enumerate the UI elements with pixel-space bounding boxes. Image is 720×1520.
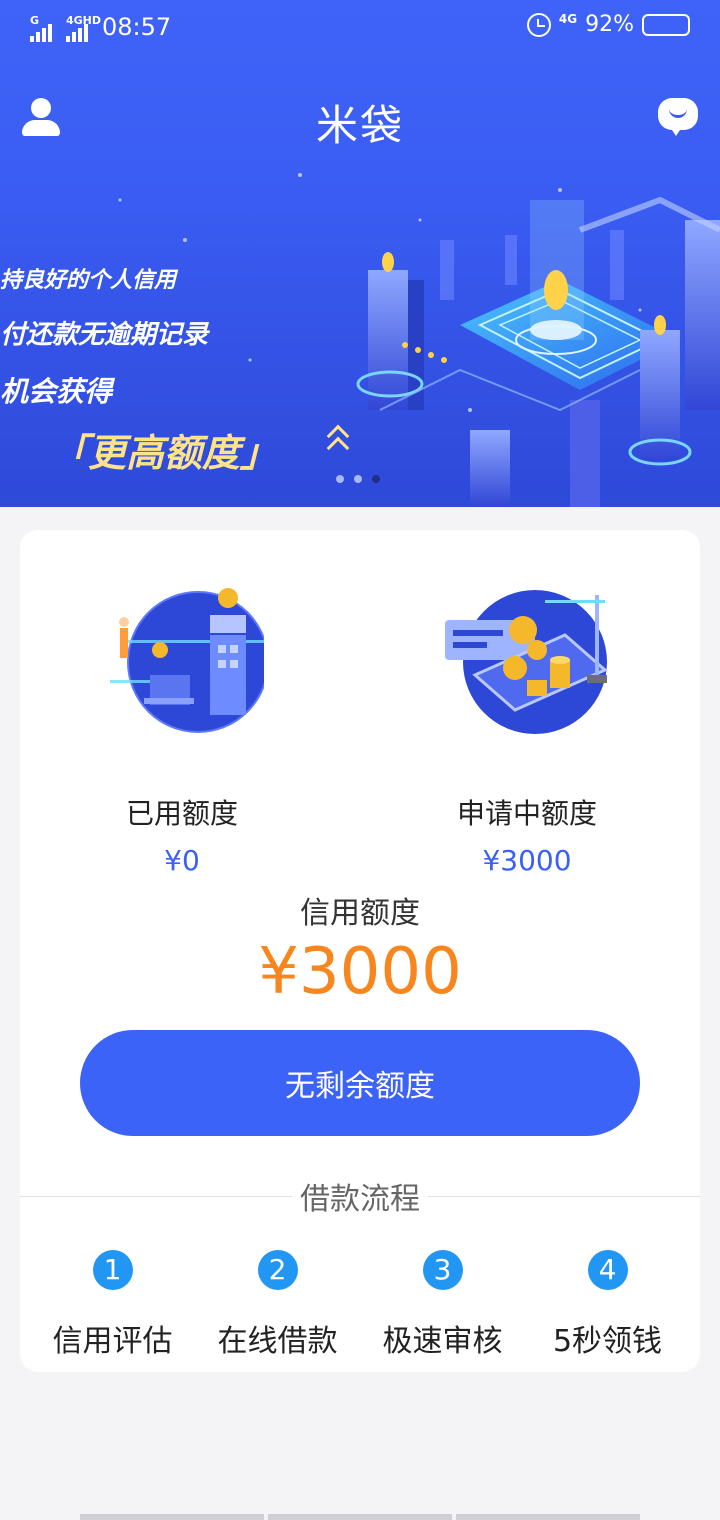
step-number-badge: 4 [587,1250,628,1290]
alarm-icon [526,12,551,37]
applying-quota-illustration [445,590,608,734]
applying-quota: 申请中额度 ¥3000 [437,580,617,877]
pagination-dot[interactable] [354,475,362,483]
no-remaining-quota-button[interactable]: 无剩余额度 [80,1030,640,1136]
credit-card-panel: 已用额度 ¥0 申请中额度 ¥3000 信用额度 ¥3000 无剩余额度 借款流… [20,530,700,1372]
promo-banner[interactable]: 持良好的个人信用 付还款无逾期记录 机会获得 「更高额度」 [0,160,720,507]
process-step: 1 信用评估 [30,1250,195,1360]
bottom-tab-bar-edge [80,1514,640,1520]
status-time: 08:57 [102,13,172,41]
loan-process-steps: 1 信用评估 2 在线借款 3 极速审核 4 5秒领钱 [20,1250,700,1360]
step-label: 5秒领钱 [552,1324,663,1359]
used-quota: 已用额度 ¥0 [92,580,272,877]
applying-quota-label: 申请中额度 [456,797,597,830]
app-title: 米袋 [315,101,404,150]
signal-tag: G [30,14,40,27]
signal-icon-2: 4GHD [66,14,101,42]
used-quota-value: ¥0 [164,844,200,877]
banner-highlight: 「更高额度」 [50,431,279,475]
step-number-badge: 2 [257,1250,298,1290]
step-number-badge: 1 [92,1250,133,1290]
signal-tag-2: 4GHD [66,14,102,27]
used-quota-illustration [110,588,270,733]
banner-line-2: 付还款无逾期记录 [0,320,209,350]
credit-limit: 信用额度 ¥3000 [20,888,700,1008]
top-navigation: 米袋 [0,80,720,160]
pagination-dot-active[interactable] [372,475,380,483]
hero-header: G 4GHD 08:57 4G 92% 米袋 持良好的个人信用 付还款无逾期记录… [0,0,720,507]
battery-percent: 92% [585,12,634,37]
credit-limit-amount: ¥3000 [258,935,462,1009]
loan-process-title: 借款流程 [292,1174,428,1218]
banner-line-1: 持良好的个人信用 [0,268,177,293]
process-step: 2 在线借款 [195,1250,360,1360]
process-step: 3 极速审核 [360,1250,525,1360]
step-label: 信用评估 [52,1324,173,1359]
message-icon[interactable] [658,98,698,138]
banner-line-3: 机会获得 [0,375,113,408]
battery-icon [642,13,690,36]
credit-limit-label: 信用额度 [300,896,420,931]
pagination-dot[interactable] [336,475,344,483]
step-label: 极速审核 [382,1324,503,1359]
process-step: 4 5秒领钱 [525,1250,690,1360]
signal-icon: G [30,14,52,42]
chevron-up-icon [326,422,352,462]
banner-pagination[interactable] [336,475,380,483]
loan-process-header: 借款流程 [20,1174,700,1218]
step-number-badge: 3 [422,1250,463,1290]
applying-quota-value: ¥3000 [482,844,572,877]
step-label: 在线借款 [217,1324,338,1359]
network-type: 4G [558,11,578,26]
status-bar: G 4GHD 08:57 4G 92% [0,0,720,56]
used-quota-label: 已用额度 [125,797,238,830]
